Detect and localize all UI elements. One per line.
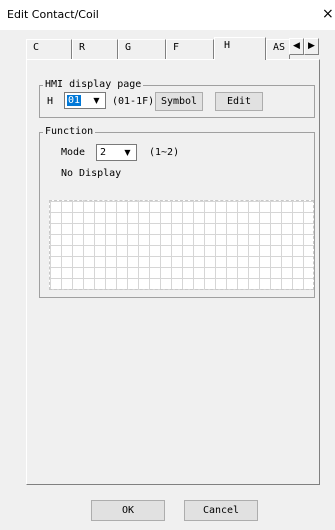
tab-label: R — [79, 42, 86, 53]
tab-f[interactable]: F — [166, 39, 214, 59]
tab-c[interactable]: C — [26, 39, 72, 59]
tab-as[interactable]: AS — [266, 39, 290, 59]
display-status-text: No Display — [61, 168, 122, 179]
hmi-display-group-label: HMI display page — [43, 79, 144, 91]
tab-scroll-left-icon[interactable]: ◀ — [289, 38, 304, 55]
close-icon[interactable]: × — [322, 5, 335, 23]
tab-label: H — [224, 40, 231, 51]
window-title: Edit Contact/Coil — [7, 8, 99, 21]
title-bar: Edit Contact/Coil × — [0, 0, 335, 30]
edit-button[interactable]: Edit — [215, 92, 263, 111]
mode-value: 2 — [100, 147, 107, 158]
hmi-page-value: 01 — [67, 95, 82, 106]
hmi-page-select[interactable]: 01 ▼ — [64, 92, 106, 109]
tab-label: F — [173, 42, 180, 53]
tab-r[interactable]: R — [72, 39, 118, 59]
tab-h[interactable]: H — [214, 37, 266, 60]
cancel-button[interactable]: Cancel — [184, 500, 258, 521]
mode-range-label: (1~2) — [149, 147, 180, 158]
tab-label: C — [33, 42, 40, 53]
chevron-down-icon[interactable]: ▼ — [89, 94, 104, 107]
ok-button[interactable]: OK — [91, 500, 165, 521]
tab-scroll-right-icon[interactable]: ▶ — [304, 38, 319, 55]
chevron-down-icon[interactable]: ▼ — [120, 146, 135, 159]
mode-label: Mode — [61, 147, 86, 158]
function-group-label: Function — [43, 126, 96, 138]
display-preview-grid — [49, 200, 314, 290]
hmi-prefix-label: H — [47, 96, 54, 107]
hmi-range-label: (01-1F) — [112, 96, 155, 107]
symbol-button[interactable]: Symbol — [155, 92, 203, 111]
tab-g[interactable]: G — [118, 39, 166, 59]
tab-label: AS — [273, 42, 286, 53]
tab-label: G — [125, 42, 132, 53]
mode-select[interactable]: 2 ▼ — [96, 144, 137, 161]
